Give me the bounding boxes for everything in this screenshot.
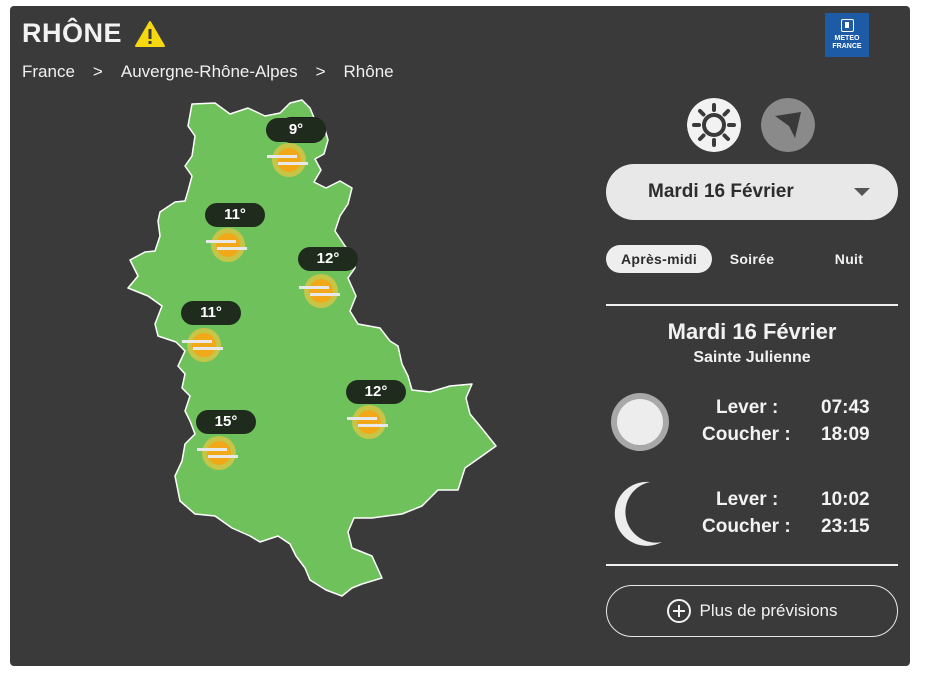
sun-haze-icon[interactable] — [196, 433, 240, 473]
logo-text-line1: METEO — [834, 35, 860, 42]
sun-haze-icon[interactable] — [298, 271, 342, 311]
moonrise-label: Lever : — [716, 489, 779, 510]
logo-mark-icon — [840, 19, 854, 32]
divider — [606, 304, 898, 306]
sun-haze-icon[interactable] — [205, 225, 249, 265]
tab-soiree[interactable]: Soirée — [714, 245, 790, 273]
ephemeris-date: Mardi 16 Février — [667, 319, 837, 344]
day-select-value: Mardi 16 Février — [648, 181, 794, 202]
department-map — [127, 99, 497, 597]
map-temp-label[interactable]: 15° — [196, 410, 256, 434]
logo-text-line2: FRANCE — [832, 43, 862, 50]
map-temp-label[interactable]: 12° — [346, 380, 406, 404]
crescent-moon-icon — [614, 481, 662, 546]
map-temp-label[interactable]: 12° — [298, 247, 358, 271]
plus-circle-icon — [666, 599, 691, 623]
sunrise-time: 07:43 — [821, 397, 870, 418]
saint-of-day: Sainte Julienne — [693, 349, 811, 366]
weather-widget: RHÔNE France > Auvergne-Rhône-Alpes > Rh… — [10, 6, 910, 666]
sun-haze-icon[interactable] — [346, 402, 390, 442]
tab-apres-midi[interactable]: Après-midi — [606, 245, 712, 273]
sunset-time: 18:09 — [821, 424, 870, 445]
sunset-label: Coucher : — [702, 424, 791, 445]
moonset-label: Coucher : — [702, 516, 791, 537]
chevron-down-icon — [854, 188, 870, 196]
sun-icon[interactable] — [687, 98, 741, 152]
divider — [606, 564, 898, 566]
sun-disc-icon — [611, 393, 669, 451]
tab-nuit[interactable]: Nuit — [816, 245, 882, 273]
location-arrow-icon[interactable] — [761, 98, 815, 152]
map-temp-label[interactable]: 11° — [205, 203, 265, 227]
map-temp-label[interactable]: 9° — [266, 118, 326, 142]
map-temp-label[interactable]: 11° — [181, 301, 241, 325]
moonrise-time: 10:02 — [821, 489, 870, 510]
sun-haze-icon[interactable] — [266, 140, 310, 180]
day-select[interactable]: Mardi 16 Février — [606, 164, 898, 220]
period-tabs: Après-midi Soirée Nuit — [606, 245, 898, 273]
sunrise-label: Lever : — [716, 397, 779, 418]
more-forecasts-button[interactable]: Plus de prévisions — [606, 585, 898, 637]
moonset-time: 23:15 — [821, 516, 870, 537]
sun-haze-icon[interactable] — [181, 325, 225, 365]
more-forecasts-label: Plus de prévisions — [699, 601, 838, 620]
meteo-france-logo[interactable]: METEO FRANCE — [825, 13, 869, 57]
